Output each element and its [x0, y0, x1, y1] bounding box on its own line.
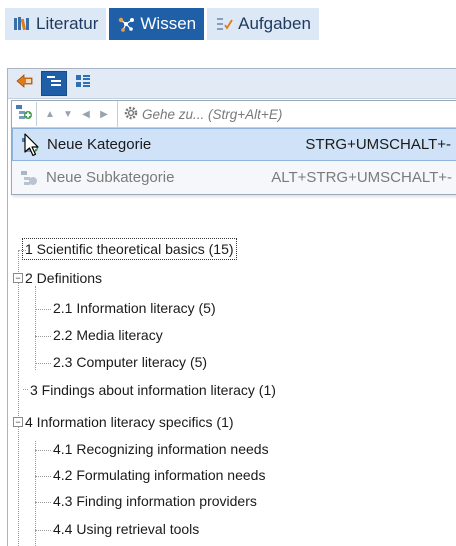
tree-line: [35, 336, 51, 337]
tree-node[interactable]: 4.4 Using retrieval tools: [53, 519, 199, 539]
tree-node[interactable]: 2 Definitions: [25, 268, 102, 288]
tree-node[interactable]: 4 Information literacy specifics (1): [25, 412, 234, 432]
goto-search[interactable]: Gehe zu... (Strg+Alt+E): [118, 106, 282, 123]
tree-line: [35, 530, 51, 531]
menu-item-new-category[interactable]: Neue Kategorie STRG+UMSCHALT+-: [12, 128, 456, 161]
module-tabs: Literatur Wissen Aufgaben: [5, 8, 319, 40]
tree-line: [35, 450, 51, 451]
tree-node[interactable]: 2.2 Media literacy: [53, 325, 163, 345]
move-left-icon[interactable]: ◀: [79, 109, 93, 120]
tree-node[interactable]: 4.3 Finding information providers: [53, 491, 257, 511]
tab-label: Wissen: [140, 14, 197, 33]
menu-item-new-subcategory[interactable]: Neue Subkategorie ALT+STRG+UMSCHALT+-: [12, 161, 456, 194]
category-view-button[interactable]: [41, 71, 67, 96]
tree-node[interactable]: 4.2 Formulating information needs: [53, 465, 265, 485]
knowledge-panel: − − 1 Scientific theoretical basics (15)…: [7, 68, 456, 546]
menu-item-label: Neue Subkategorie: [46, 169, 175, 186]
grid-view-button[interactable]: [70, 71, 96, 96]
tree-line: [35, 309, 51, 310]
add-category-icon: [15, 104, 33, 125]
collapse-toggle-icon[interactable]: −: [13, 273, 23, 283]
tree-line: [35, 502, 51, 503]
move-up-icon[interactable]: ▲: [43, 109, 57, 120]
new-subcategory-icon: [12, 170, 46, 186]
tree-node[interactable]: 4.1 Recognizing information needs: [53, 439, 269, 459]
move-right-icon[interactable]: ▶: [97, 109, 111, 120]
tab-label: Literatur: [36, 14, 99, 33]
tree-node[interactable]: 1 Scientific theoretical basics (15): [22, 238, 237, 260]
panel-toolbar: [8, 69, 456, 99]
tree-list-icon: [46, 74, 62, 93]
tree-node[interactable]: 2.1 Information literacy (5): [53, 298, 216, 318]
collapse-toggle-icon[interactable]: −: [13, 417, 23, 427]
move-arrows: ▲ ▼ ◀ ▶: [37, 101, 118, 127]
tree-line: [35, 286, 36, 370]
books-icon: [13, 16, 31, 32]
tree-line: [23, 389, 28, 390]
new-category-dropdown: ▲ ▼ ◀ ▶ Gehe zu... (Strg+Alt+E) Neue Kat…: [11, 100, 456, 195]
knowledge-network-icon: [117, 16, 135, 32]
tree-line: [35, 476, 51, 477]
tab-label: Aufgaben: [238, 14, 311, 33]
navigation-toolbar: ▲ ▼ ◀ ▶ Gehe zu... (Strg+Alt+E): [12, 101, 456, 128]
menu-item-shortcut: STRG+UMSCHALT+-: [305, 136, 451, 153]
tab-literatur[interactable]: Literatur: [5, 8, 107, 40]
back-button[interactable]: [12, 71, 38, 96]
mouse-pointer-icon: [24, 133, 40, 162]
grid-icon: [75, 74, 91, 93]
tasks-icon: [215, 16, 233, 32]
tab-wissen[interactable]: Wissen: [109, 8, 205, 40]
tab-aufgaben[interactable]: Aufgaben: [207, 8, 319, 40]
menu-item-label: Neue Kategorie: [47, 136, 152, 153]
goto-input[interactable]: Gehe zu... (Strg+Alt+E): [142, 107, 282, 122]
tree-node[interactable]: 3 Findings about information literacy (1…: [30, 380, 276, 400]
menu-item-shortcut: ALT+STRG+UMSCHALT+-: [271, 169, 452, 186]
tree-line: [18, 250, 19, 546]
move-down-icon[interactable]: ▼: [61, 109, 75, 120]
add-category-button[interactable]: [12, 102, 37, 126]
gear-icon: [124, 106, 138, 123]
tree-line: [35, 363, 51, 364]
tree-node[interactable]: 2.3 Computer literacy (5): [53, 352, 207, 372]
back-arrow-icon: [16, 73, 34, 94]
